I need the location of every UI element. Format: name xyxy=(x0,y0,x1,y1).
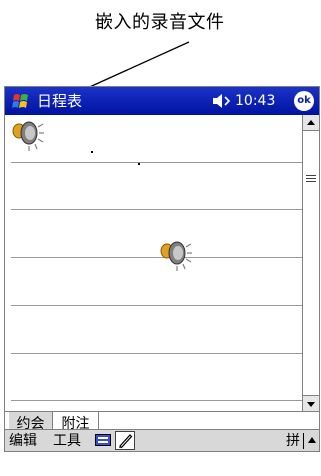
edit-menu[interactable]: 编辑 xyxy=(9,431,37,451)
app-title[interactable]: 日程表 xyxy=(37,91,82,111)
tools-menu[interactable]: 工具 xyxy=(53,431,81,451)
ime-separator xyxy=(303,433,304,449)
up-arrow-icon[interactable] xyxy=(307,435,317,445)
ink-dot xyxy=(138,163,140,165)
ok-button[interactable]: ok xyxy=(294,91,314,111)
keyboard-icon[interactable] xyxy=(95,434,111,446)
up-arrow-icon xyxy=(307,120,315,125)
vertical-scrollbar[interactable] xyxy=(302,115,319,411)
scroll-up-button[interactable] xyxy=(303,115,319,131)
command-bar: 编辑 工具 拼 xyxy=(5,429,319,451)
down-arrow-icon xyxy=(307,402,315,407)
annotation-label: 嵌入的录音文件 xyxy=(95,12,225,33)
clock-time[interactable]: 10:43 xyxy=(235,92,275,110)
scroll-grip-line xyxy=(306,175,316,176)
audio-recording-icon[interactable] xyxy=(157,239,193,275)
ink-dot xyxy=(91,151,93,153)
scroll-thumb[interactable] xyxy=(303,131,319,369)
speaker-volume-icon[interactable] xyxy=(212,92,232,110)
ruled-line xyxy=(11,162,303,163)
ruled-line xyxy=(11,209,303,210)
title-bar: 日程表 10:43 ok xyxy=(5,87,319,115)
scroll-down-button[interactable] xyxy=(303,395,319,411)
audio-recording-icon[interactable] xyxy=(9,119,45,155)
pen-button[interactable] xyxy=(115,431,135,450)
pocketpc-screen: 日程表 10:43 ok 约会 附注 编辑 工具 拼 xyxy=(4,86,320,452)
pen-icon xyxy=(119,434,133,449)
ruled-line xyxy=(11,400,303,401)
notes-canvas[interactable] xyxy=(5,115,303,411)
ime-indicator[interactable]: 拼 xyxy=(286,431,300,451)
ruled-line xyxy=(11,305,303,306)
scroll-grip-line xyxy=(306,178,316,179)
scroll-grip-line xyxy=(306,181,316,182)
windows-flag-icon[interactable] xyxy=(11,91,31,111)
ruled-line xyxy=(11,353,303,354)
